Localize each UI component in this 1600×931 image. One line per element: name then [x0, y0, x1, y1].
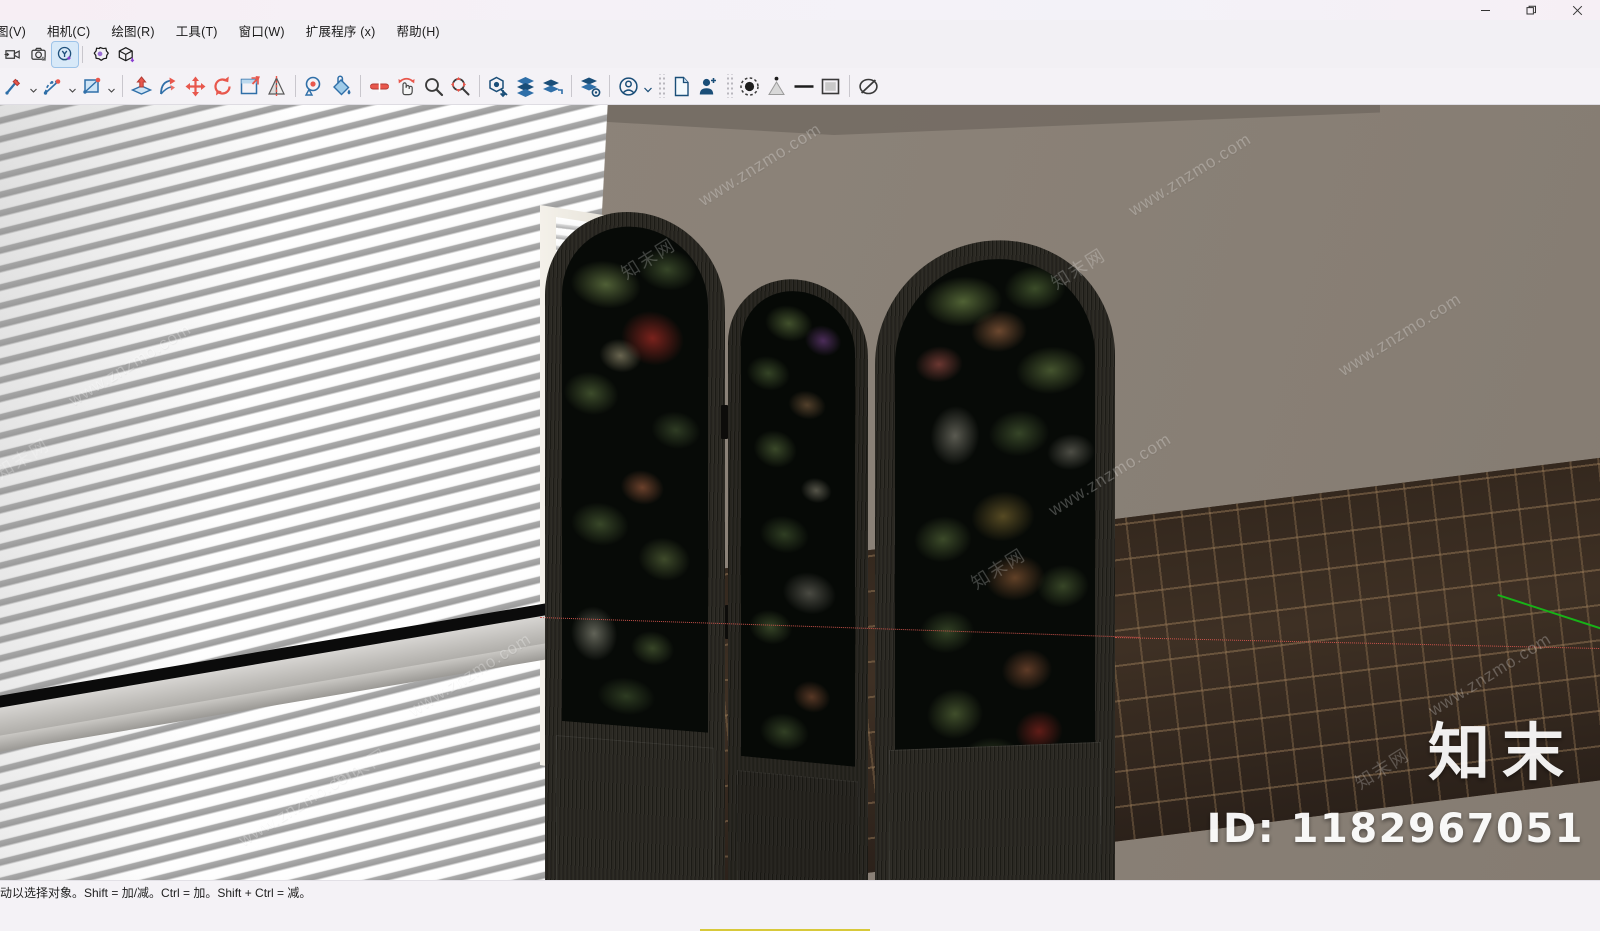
toolbar-grip[interactable]: [725, 74, 733, 98]
toolbar-separator: [479, 75, 480, 97]
menu-extensions[interactable]: 扩展程序 (x): [296, 19, 387, 42]
panel-1-lower-board: [556, 735, 714, 880]
panel-2-fabric: [741, 286, 855, 767]
eraser-tool-icon[interactable]: [366, 71, 393, 101]
toolbar-grip[interactable]: [657, 74, 665, 98]
status-bottom-strip: [0, 907, 1600, 931]
menu-view[interactable]: 图(V): [0, 19, 37, 42]
vray-objects-icon[interactable]: [113, 42, 139, 67]
paint-bucket-icon[interactable]: [328, 71, 355, 101]
layers-merge-icon[interactable]: [539, 71, 566, 101]
pushpull-tool-icon[interactable]: [128, 71, 155, 101]
screen-panel-3[interactable]: [875, 235, 1115, 880]
screen-panel-1[interactable]: [545, 205, 725, 880]
vray-render-interactive-icon[interactable]: [26, 42, 52, 67]
line-tool-dropdown[interactable]: [27, 71, 39, 101]
toolbar-separator: [849, 75, 850, 97]
point-light-icon[interactable]: [736, 71, 763, 101]
status-hint-text: 动以选择对象。Shift = 加/减。Ctrl = 加。Shift + Ctrl…: [0, 886, 312, 900]
add-person-icon[interactable]: [695, 71, 722, 101]
sketchup-3d-viewport[interactable]: www.znzmo.com 知末网 www.znzmo.com 知末网 www.…: [0, 105, 1600, 880]
menu-camera[interactable]: 相机(C): [37, 19, 101, 42]
zoom-extents-icon[interactable]: [485, 71, 512, 101]
status-bar: 动以选择对象。Shift = 加/减。Ctrl = 加。Shift + Ctrl…: [0, 880, 1600, 931]
line-tool-icon[interactable]: [0, 71, 27, 101]
minimize-button[interactable]: [1462, 0, 1508, 20]
vray-render-icon[interactable]: [0, 42, 26, 67]
move-tool-icon[interactable]: [182, 71, 209, 101]
menu-tools[interactable]: 工具(T): [166, 19, 229, 42]
pan-tool-icon[interactable]: [420, 71, 447, 101]
component-icon[interactable]: [512, 71, 539, 101]
toolbar-separator: [609, 75, 610, 97]
line-style-icon[interactable]: [790, 71, 817, 101]
panel-1-fabric: [562, 221, 708, 733]
toolbar-separator: [122, 75, 123, 97]
account-dropdown[interactable]: [642, 71, 654, 101]
arc-tool-dropdown[interactable]: [66, 71, 78, 101]
tape-measure-icon[interactable]: [301, 71, 328, 101]
folding-screen-model[interactable]: [0, 105, 1600, 880]
zoom-tool-icon[interactable]: [447, 71, 474, 101]
account-icon[interactable]: [615, 71, 642, 101]
menu-help[interactable]: 帮助(H): [386, 19, 450, 42]
main-toolbar: [0, 68, 1600, 105]
toolbar-separator: [360, 75, 361, 97]
panel-3-fabric: [895, 255, 1095, 778]
screen-panel-2[interactable]: [728, 273, 868, 880]
close-button[interactable]: [1554, 0, 1600, 20]
layers-settings-icon[interactable]: [577, 71, 604, 101]
vray-toolbar: [0, 41, 1600, 68]
followme-tool-icon[interactable]: [155, 71, 182, 101]
rect-light-icon[interactable]: [817, 71, 844, 101]
new-scene-icon[interactable]: [668, 71, 695, 101]
menu-draw[interactable]: 绘图(R): [101, 19, 165, 42]
rotate-tool-icon[interactable]: [209, 71, 236, 101]
screen-hinge-1: [721, 405, 728, 439]
watermark-id: ID: 1182967051: [1206, 806, 1584, 852]
toolbar-separator: [82, 46, 83, 63]
toolbar-separator: [571, 75, 572, 97]
watermark-brand: 知末: [1427, 716, 1576, 789]
rectangle-tool-dropdown[interactable]: [105, 71, 117, 101]
restore-button[interactable]: [1508, 0, 1554, 20]
title-bar: [0, 0, 1600, 20]
orbit-tool-icon[interactable]: [393, 71, 420, 101]
rectangle-tool-icon[interactable]: [78, 71, 105, 101]
vray-lights-icon[interactable]: [51, 41, 79, 68]
scale-tool-icon[interactable]: [236, 71, 263, 101]
toolbar-separator: [295, 75, 296, 97]
mirror-tool-icon[interactable]: [263, 71, 290, 101]
hide-icon[interactable]: [855, 71, 882, 101]
menu-bar: 图(V) 相机(C) 绘图(R) 工具(T) 窗口(W) 扩展程序 (x) 帮助…: [0, 20, 1600, 41]
menu-window[interactable]: 窗口(W): [229, 19, 296, 42]
spot-light-icon[interactable]: [763, 71, 790, 101]
vray-geometry-icon[interactable]: [87, 42, 113, 67]
arc-tool-icon[interactable]: [39, 71, 66, 101]
panel-3-lower-board: [889, 741, 1101, 880]
panel-2-lower-board: [737, 770, 859, 880]
sketchup-window: 图(V) 相机(C) 绘图(R) 工具(T) 窗口(W) 扩展程序 (x) 帮助…: [0, 0, 1600, 931]
